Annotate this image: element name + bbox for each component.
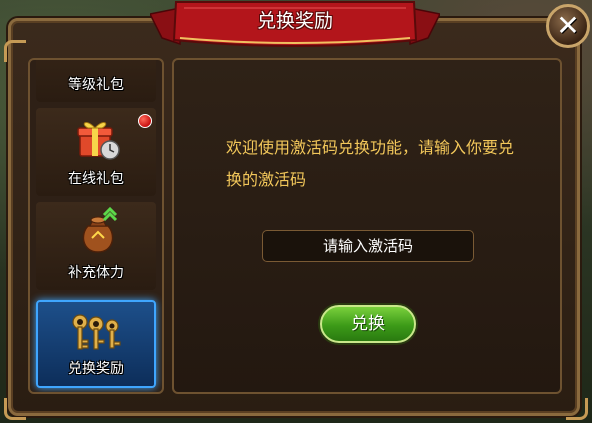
frame-corner-ornament — [4, 398, 26, 420]
notification-badge — [138, 114, 152, 128]
sidebar-item-stamina[interactable]: 补充体力 — [36, 202, 156, 290]
upgrade-arrow-icon — [102, 206, 118, 222]
sidebar-item-label: 补充体力 — [68, 265, 124, 281]
sidebar-item-redeem[interactable]: 兑换奖励 — [36, 300, 156, 388]
sidebar-item-label: 在线礼包 — [68, 171, 124, 187]
frame-corner-ornament — [4, 40, 26, 62]
sidebar-item-level-gift[interactable]: 等级礼包 — [36, 60, 156, 102]
redeem-panel: 欢迎使用激活码兑换功能，请输入你要兑换的激活码 兑换 — [172, 58, 562, 394]
sidebar-item-label: 兑换奖励 — [68, 361, 124, 377]
keys-icon — [72, 314, 121, 350]
activation-code-input[interactable] — [262, 230, 474, 262]
redeem-button[interactable]: 兑换 — [320, 305, 416, 343]
redeem-instructions: 欢迎使用激活码兑换功能，请输入你要兑换的激活码 — [226, 138, 515, 189]
frame-corner-ornament — [566, 398, 588, 420]
title-ribbon: 兑换奖励 — [148, 0, 442, 50]
sidebar-item-label: 等级礼包 — [68, 77, 124, 93]
sidebar-item-online-gift[interactable]: 在线礼包 — [36, 108, 156, 196]
close-button[interactable]: ✕ — [546, 4, 590, 48]
dialog-title: 兑换奖励 — [256, 10, 333, 32]
close-icon: ✕ — [556, 9, 580, 42]
sidebar: 等级礼包 在线礼包 补充体力 兑换奖励 — [28, 58, 164, 394]
online-gift-icon — [77, 122, 120, 160]
